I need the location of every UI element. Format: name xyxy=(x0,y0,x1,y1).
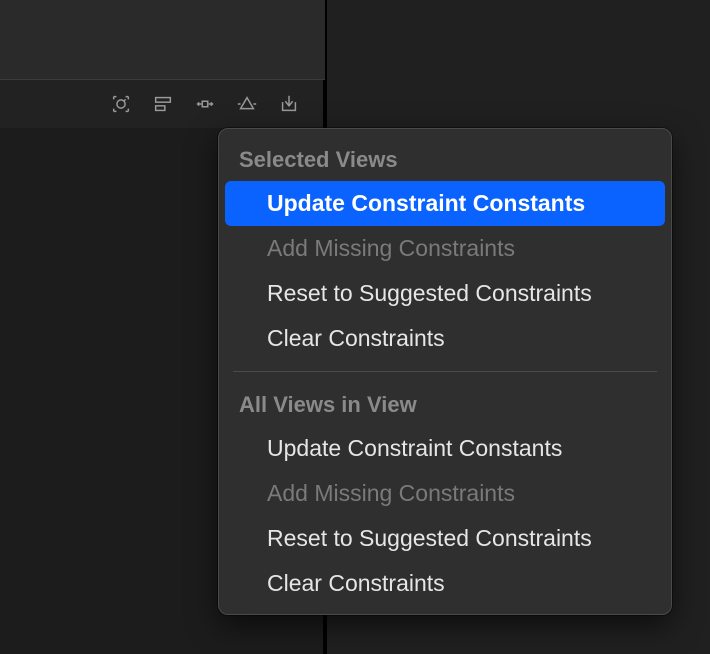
menu-update-constraint-constants-all[interactable]: Update Constraint Constants xyxy=(225,426,665,471)
align-icon[interactable] xyxy=(151,92,175,116)
menu-clear-constraints-all[interactable]: Clear Constraints xyxy=(225,561,665,606)
menu-reset-suggested-selected[interactable]: Reset to Suggested Constraints xyxy=(225,271,665,316)
menu-clear-constraints-selected[interactable]: Clear Constraints xyxy=(225,316,665,361)
resolve-issues-icon[interactable] xyxy=(235,92,259,116)
resolve-autolayout-popup: Selected Views Update Constraint Constan… xyxy=(218,128,672,615)
menu-add-missing-constraints-selected: Add Missing Constraints xyxy=(225,226,665,271)
layout-toolbar xyxy=(0,80,325,128)
canvas-preview xyxy=(0,0,325,80)
menu-add-missing-constraints-all: Add Missing Constraints xyxy=(225,471,665,516)
update-frames-icon[interactable] xyxy=(109,92,133,116)
menu-reset-suggested-all[interactable]: Reset to Suggested Constraints xyxy=(225,516,665,561)
pin-icon[interactable] xyxy=(193,92,217,116)
menu-separator xyxy=(233,371,657,372)
menu-update-constraint-constants-selected[interactable]: Update Constraint Constants xyxy=(225,181,665,226)
section-title-selected-views: Selected Views xyxy=(219,137,671,181)
embed-icon[interactable] xyxy=(277,92,301,116)
section-title-all-views: All Views in View xyxy=(219,382,671,426)
